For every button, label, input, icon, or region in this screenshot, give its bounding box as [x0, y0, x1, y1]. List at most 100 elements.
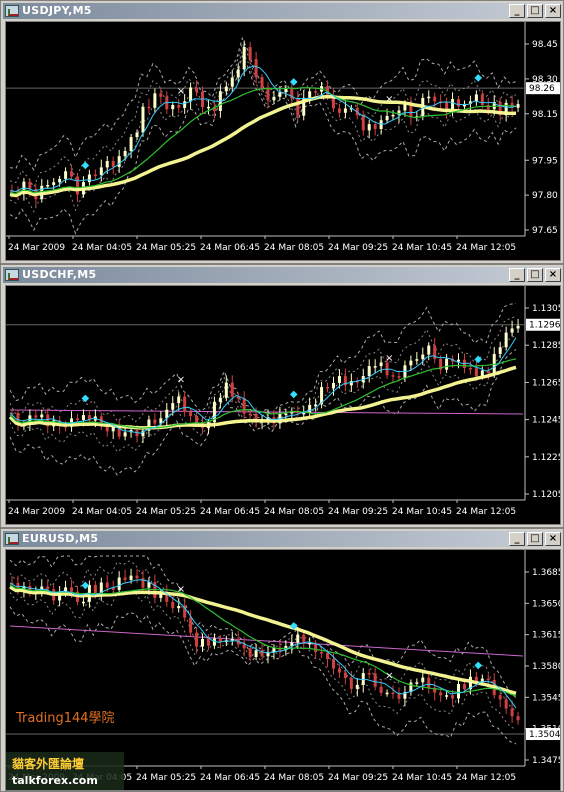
- candle-body: [385, 692, 389, 695]
- candle-body: [28, 181, 32, 189]
- usdjpy-titlebar[interactable]: USDJPY,M5 _ □ ×: [3, 3, 561, 19]
- time-tick-label: 24 Mar 04:05: [72, 507, 132, 517]
- window-title: USDJPY,M5: [22, 4, 92, 17]
- candle-body: [93, 174, 97, 177]
- candle-body: [367, 366, 371, 377]
- signal-marker: ◆: [290, 77, 298, 88]
- candle-body: [510, 708, 514, 717]
- candle-body: [308, 642, 312, 645]
- eurusd-titlebar[interactable]: EURUSD,M5 _ □ ×: [3, 531, 561, 547]
- candle-body: [183, 396, 187, 412]
- time-tick-label: 24 Mar 09:25: [328, 773, 388, 783]
- maximize-button[interactable]: □: [527, 532, 543, 546]
- candle-body: [284, 413, 288, 415]
- chart-window-icon: [5, 5, 19, 17]
- candle-body: [153, 93, 157, 108]
- candle-body: [230, 77, 234, 87]
- candle-body: [391, 375, 395, 377]
- candle-body: [314, 404, 318, 406]
- price-tick-label: 1.1265: [532, 378, 560, 388]
- price-tick-label: 1.1205: [532, 490, 560, 500]
- maximize-button[interactable]: □: [527, 4, 543, 18]
- candle-body: [409, 360, 413, 366]
- candle-body: [64, 171, 68, 179]
- candle-body: [70, 587, 74, 592]
- price-tick-label: 1.3685: [532, 568, 560, 578]
- candle-body: [81, 415, 85, 421]
- eurusd-chart[interactable]: 1.36851.36501.36151.35801.35451.35101.34…: [5, 549, 561, 791]
- candle-body: [421, 677, 425, 683]
- candle-body: [415, 682, 419, 684]
- candle-body: [171, 601, 175, 609]
- usdchf-titlebar[interactable]: USDCHF,M5 _ □ ×: [3, 267, 561, 283]
- candle-body: [248, 47, 252, 59]
- candle-body: [373, 673, 377, 687]
- signal-marker: ×: [385, 671, 393, 682]
- candle-body: [117, 577, 121, 590]
- candle-body: [266, 87, 270, 101]
- candle-body: [171, 105, 175, 110]
- close-button[interactable]: ×: [545, 268, 561, 282]
- time-tick-label: 24 Mar 09:25: [328, 243, 388, 253]
- price-tick-label: 97.65: [532, 226, 558, 236]
- candle-body: [153, 419, 157, 424]
- candle-body: [326, 387, 330, 389]
- time-tick-label: 24 Mar 04:05: [72, 243, 132, 253]
- candle-body: [474, 94, 478, 102]
- price-tick-label: 1.3615: [532, 631, 560, 641]
- candle-body: [189, 87, 193, 102]
- candle-body: [510, 328, 514, 333]
- candle-body: [183, 101, 187, 108]
- candle-body: [415, 359, 419, 361]
- usdjpy-chart[interactable]: 98.45 98.30 98.15 97.95 97.80 97.65 98.26 24 Ma…: [5, 21, 561, 261]
- signal-marker: ◆: [81, 160, 89, 171]
- candle-body: [254, 650, 258, 657]
- candle-body: [284, 88, 288, 93]
- close-button[interactable]: ×: [545, 4, 561, 18]
- usdchf-chart[interactable]: 1.1305 1.1285 1.1265 1.1245 1.1225 1.1205 1.12…: [5, 285, 561, 525]
- candle-body: [343, 672, 347, 679]
- candle-body: [212, 638, 216, 646]
- watermark-text: Trading144學院: [15, 711, 115, 726]
- time-tick-label: 24 Mar 10:45: [392, 507, 452, 517]
- minimize-button[interactable]: _: [509, 4, 525, 18]
- signal-marker: ×: [177, 375, 185, 386]
- candle-body: [278, 92, 282, 97]
- price-tick-label: 1.3580: [532, 662, 560, 672]
- candle-body: [331, 382, 335, 389]
- minimize-button[interactable]: _: [509, 532, 525, 546]
- window-title: EURUSD,M5: [22, 532, 99, 545]
- candle-body: [236, 69, 240, 78]
- candle-body: [486, 678, 490, 681]
- price-tick-label: 98.15: [532, 110, 558, 120]
- time-tick-label: 24 Mar 10:45: [392, 773, 452, 783]
- candle-body: [46, 184, 50, 187]
- usdjpy-window: USDJPY,M5 _ □ × 98.45 98.30 98.15 97.95 97.8…: [0, 0, 564, 264]
- time-tick-label: 24 Mar 2009: [8, 507, 65, 517]
- current-price-label: 1.3504: [529, 730, 560, 740]
- signal-marker: ◆: [290, 621, 298, 632]
- candle-body: [451, 695, 455, 699]
- time-tick-label: 24 Mar 06:45: [200, 243, 260, 253]
- time-tick-label: 24 Mar 09:25: [328, 507, 388, 517]
- candle-body: [468, 367, 472, 370]
- candle-body: [123, 577, 127, 580]
- candle-body: [254, 58, 258, 78]
- mid-moving-average: [9, 87, 517, 195]
- candle-body: [373, 124, 377, 129]
- minimize-button[interactable]: _: [509, 268, 525, 282]
- candle-body: [189, 617, 193, 633]
- time-tick-label: 24 Mar 05:25: [136, 243, 196, 253]
- candle-body: [117, 156, 121, 167]
- candle-body: [474, 368, 478, 377]
- candle-body: [397, 693, 401, 699]
- candle-body: [427, 345, 431, 355]
- maximize-button[interactable]: □: [527, 268, 543, 282]
- candle-body: [427, 96, 431, 99]
- slow-moving-average: [9, 585, 517, 695]
- candle-body: [87, 174, 91, 183]
- close-button[interactable]: ×: [545, 532, 561, 546]
- chart-window-icon: [5, 533, 19, 545]
- candle-body: [391, 114, 395, 117]
- candle-body: [195, 415, 199, 423]
